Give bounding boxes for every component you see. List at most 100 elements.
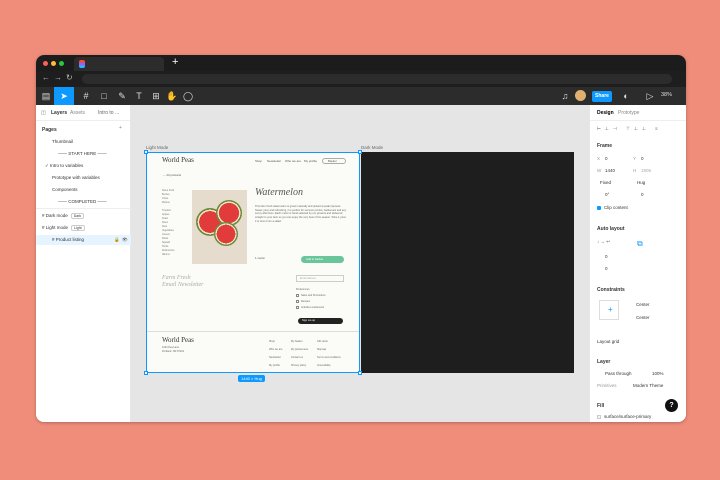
main-menu-icon[interactable]: ▤ xyxy=(36,87,56,105)
canvas[interactable]: Light Mode Dark Mode World Peas Shop New… xyxy=(131,105,589,422)
blend-mode-select[interactable]: Pass through xyxy=(605,371,632,376)
comment-tool-icon[interactable]: ◯ xyxy=(178,87,198,105)
footer-link[interactable]: Newsletter xyxy=(269,356,281,359)
pref-checkbox[interactable]: Recipes xyxy=(296,300,310,303)
signup-button[interactable]: Sign me up xyxy=(298,318,343,324)
side-link[interactable]: Dried xyxy=(162,221,168,224)
page-item[interactable]: ✓ Intro to variables xyxy=(45,163,83,169)
tab-layers[interactable]: Layers xyxy=(51,110,67,116)
layer-product-listing[interactable]: # Product listing xyxy=(52,237,84,242)
help-button[interactable]: ? xyxy=(665,399,678,412)
side-link[interactable]: Citrus xyxy=(162,197,168,200)
footer-link[interactable]: Sitemap xyxy=(317,348,326,351)
side-link[interactable]: Squash xyxy=(162,241,170,244)
resize-handle[interactable] xyxy=(144,150,148,154)
footer-link[interactable]: My profile xyxy=(269,364,280,367)
rotation-field[interactable]: 0° xyxy=(605,192,609,197)
footer-link[interactable]: Terms and conditions xyxy=(317,356,341,359)
padding-field[interactable]: 0 xyxy=(605,266,608,271)
new-tab-button[interactable]: + xyxy=(172,56,178,68)
site-nav-link[interactable]: Who we are xyxy=(285,159,301,163)
clip-content-checkbox[interactable] xyxy=(597,206,601,210)
share-button[interactable]: Share xyxy=(592,91,612,102)
side-link[interactable]: Tropical xyxy=(162,209,170,212)
minimize-dot[interactable] xyxy=(51,61,56,66)
footer-link[interactable]: Who we are xyxy=(269,348,282,351)
direction-icons[interactable]: ↓ → ↩ xyxy=(597,239,610,245)
side-link[interactable]: Apples xyxy=(162,213,169,216)
eye-icon[interactable]: 👁 xyxy=(122,237,128,243)
y-field[interactable]: 0 xyxy=(641,156,644,161)
side-link[interactable]: Nuts xyxy=(162,225,167,228)
side-link[interactable]: Herbs xyxy=(162,245,168,248)
layer-dark-mode[interactable]: # Dark mode Dark xyxy=(42,213,85,219)
present-icon[interactable]: ▷ xyxy=(640,87,660,105)
page-dropdown[interactable]: Intro to ... xyxy=(98,110,119,116)
dev-mode-toggle-icon[interactable]: ◐ xyxy=(616,87,636,105)
pref-checkbox[interactable]: Sales and Promotions xyxy=(296,294,325,297)
height-mode-select[interactable]: Hug xyxy=(637,180,645,185)
page-item[interactable]: Components xyxy=(52,187,78,192)
fill-swatch[interactable] xyxy=(597,415,601,419)
site-basket-button[interactable]: Basket xyxy=(322,158,346,164)
tab-design[interactable]: Design xyxy=(597,110,614,116)
resize-handle[interactable] xyxy=(358,150,362,154)
add-to-basket-button[interactable]: Add to basket xyxy=(301,256,344,263)
panel-toggle-icon[interactable]: ◫ xyxy=(41,110,46,116)
forward-arrow-icon[interactable]: → xyxy=(54,73,62,82)
site-nav-link[interactable]: My profile xyxy=(304,159,317,163)
layer-light-mode[interactable]: # Light mode Light xyxy=(42,225,85,231)
side-link[interactable]: Greens xyxy=(162,233,170,236)
gap-field[interactable]: 0 xyxy=(605,254,608,259)
horizontal-constraint[interactable]: Center xyxy=(636,302,650,307)
x-field[interactable]: 0 xyxy=(605,156,608,161)
tab-prototype[interactable]: Prototype xyxy=(618,110,639,116)
side-link[interactable]: Melons xyxy=(162,201,170,204)
width-mode-select[interactable]: Fixed xyxy=(600,180,611,185)
side-link[interactable]: Pears xyxy=(162,217,168,220)
radius-field[interactable]: 0 xyxy=(641,192,644,197)
move-tool-icon[interactable]: ➤ xyxy=(54,87,74,105)
zoom-level[interactable]: 38% xyxy=(661,92,672,98)
frame-label-dark[interactable]: Dark Mode xyxy=(361,145,383,150)
footer-link[interactable]: Accessibility xyxy=(317,364,331,367)
page-item[interactable]: —— COMPLETED —— xyxy=(58,199,107,204)
frame-tool-icon[interactable]: # xyxy=(76,87,96,105)
address-field[interactable] xyxy=(82,74,672,84)
footer-link[interactable]: My basket xyxy=(291,340,302,343)
side-link[interactable]: Roots xyxy=(162,237,168,240)
width-field[interactable]: 1440 xyxy=(605,168,615,173)
theme-mode-select[interactable]: Modern Theme xyxy=(633,383,663,388)
back-link[interactable]: ← All products xyxy=(163,173,181,177)
light-mode-frame[interactable]: World Peas Shop Newsletter Who we are My… xyxy=(146,152,360,373)
footer-link[interactable]: Contact us xyxy=(291,356,303,359)
reload-icon[interactable]: ↻ xyxy=(66,73,73,82)
close-dot[interactable] xyxy=(43,61,48,66)
layout-grid-label[interactable]: Layout grid xyxy=(597,339,619,344)
lock-icon[interactable]: 🔒 xyxy=(114,237,120,243)
maximize-dot[interactable] xyxy=(59,61,64,66)
align-tools-icon[interactable]: ⊢⊥⊣ ⊤⊥⊥ ≡ xyxy=(597,126,662,132)
vertical-constraint[interactable]: Center xyxy=(636,315,650,320)
tab-assets[interactable]: Assets xyxy=(70,110,85,116)
height-field[interactable]: 1806 xyxy=(641,168,651,173)
side-link[interactable]: Vegetables xyxy=(162,229,174,232)
side-link[interactable]: Alliums xyxy=(162,253,170,256)
page-item[interactable]: —— START HERE —— xyxy=(58,151,107,156)
dark-mode-frame[interactable] xyxy=(361,152,574,373)
side-link[interactable]: Stone fruits xyxy=(162,189,174,192)
page-item[interactable]: Prototype with variables xyxy=(52,175,100,180)
footer-link[interactable]: Privacy policy xyxy=(291,364,306,367)
avatar[interactable] xyxy=(575,90,586,101)
page-item[interactable]: Thumbnail xyxy=(52,139,73,144)
side-link[interactable]: Mushrooms xyxy=(162,249,175,252)
site-nav-link[interactable]: Shop xyxy=(255,159,262,163)
opacity-field[interactable]: 100% xyxy=(652,371,664,376)
headphones-icon[interactable]: ♫ xyxy=(555,87,575,105)
footer-link[interactable]: My preferences xyxy=(291,348,308,351)
alignment-icon[interactable]: ⧉ xyxy=(637,239,643,249)
add-page-icon[interactable]: + xyxy=(119,125,122,131)
back-arrow-icon[interactable]: ← xyxy=(42,73,50,82)
resize-handle[interactable] xyxy=(144,371,148,375)
shape-tool-icon[interactable]: □ xyxy=(94,87,114,105)
